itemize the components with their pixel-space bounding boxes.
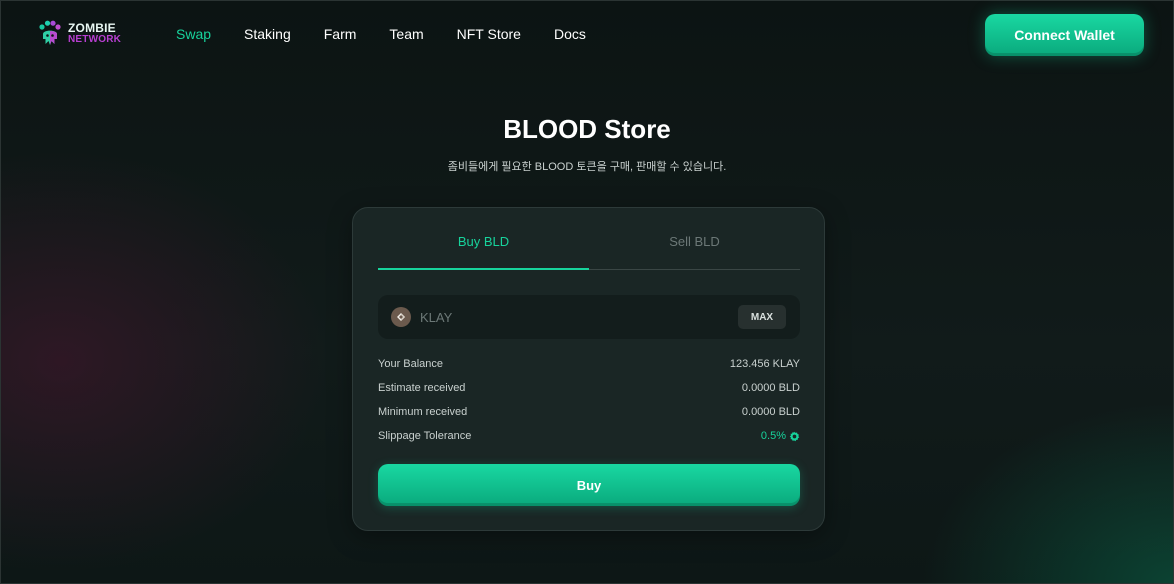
nav-item-farm[interactable]: Farm (324, 26, 357, 42)
brand-logo[interactable]: ZOMBIE NETWORK (38, 20, 121, 48)
nav-item-docs[interactable]: Docs (554, 26, 586, 42)
info-value: 123.456 KLAY (729, 358, 800, 370)
buy-button[interactable]: Buy (378, 464, 800, 506)
info-row-estimate: Estimate received 0.0000 BLD (378, 376, 800, 400)
slippage-label: Slippage Tolerance (378, 430, 472, 442)
info-row-slippage: Slippage Tolerance 0.5% (378, 424, 800, 448)
nav-item-swap[interactable]: Swap (176, 26, 211, 42)
slippage-value: 0.5% (760, 430, 786, 442)
brand-line-1: ZOMBIE (68, 21, 116, 35)
page-subtitle: 좀비들에게 필요한 BLOOD 토큰을 구매, 판매할 수 있습니다. (447, 161, 727, 173)
tab-sell-bld[interactable]: Sell BLD (589, 234, 800, 249)
zombie-paw-icon (39, 20, 61, 45)
nav-item-team[interactable]: Team (389, 26, 423, 42)
info-value: 0.0000 BLD (741, 382, 800, 394)
main-nav: Swap Staking Farm Team NFT Store Docs (176, 26, 619, 42)
slippage-setting[interactable]: 0.5% (761, 430, 800, 442)
trade-tabs: Buy BLD Sell BLD (378, 208, 800, 270)
info-row-balance: Your Balance 123.456 KLAY (378, 352, 800, 376)
gear-icon[interactable] (789, 431, 800, 442)
info-label: Estimate received (378, 382, 466, 394)
top-header: ZOMBIE NETWORK Swap Staking Farm Team NF… (0, 0, 1174, 70)
amount-input-row: MAX (378, 295, 800, 339)
info-label: Minimum received (378, 406, 468, 418)
info-label: Your Balance (378, 358, 444, 370)
info-value: 0.0000 BLD (741, 406, 800, 418)
nav-item-staking[interactable]: Staking (244, 26, 291, 42)
nav-item-nft-store[interactable]: NFT Store (457, 26, 521, 42)
klay-amount-input[interactable] (420, 305, 720, 329)
connect-wallet-button[interactable]: Connect Wallet (985, 14, 1144, 56)
max-button[interactable]: MAX (738, 305, 786, 329)
tab-buy-bld[interactable]: Buy BLD (378, 234, 589, 249)
page-title: BLOOD Store (503, 114, 671, 144)
klay-token-icon (391, 307, 411, 327)
info-row-minimum: Minimum received 0.0000 BLD (378, 400, 800, 424)
brand-wordmark: ZOMBIE NETWORK (68, 21, 122, 45)
brand-line-2: NETWORK (68, 34, 122, 45)
active-tab-indicator (378, 268, 589, 270)
blood-store-card: Buy BLD Sell BLD MAX Your Balance 123.45… (352, 207, 825, 531)
trade-info: Your Balance 123.456 KLAY Estimate recei… (378, 352, 800, 448)
